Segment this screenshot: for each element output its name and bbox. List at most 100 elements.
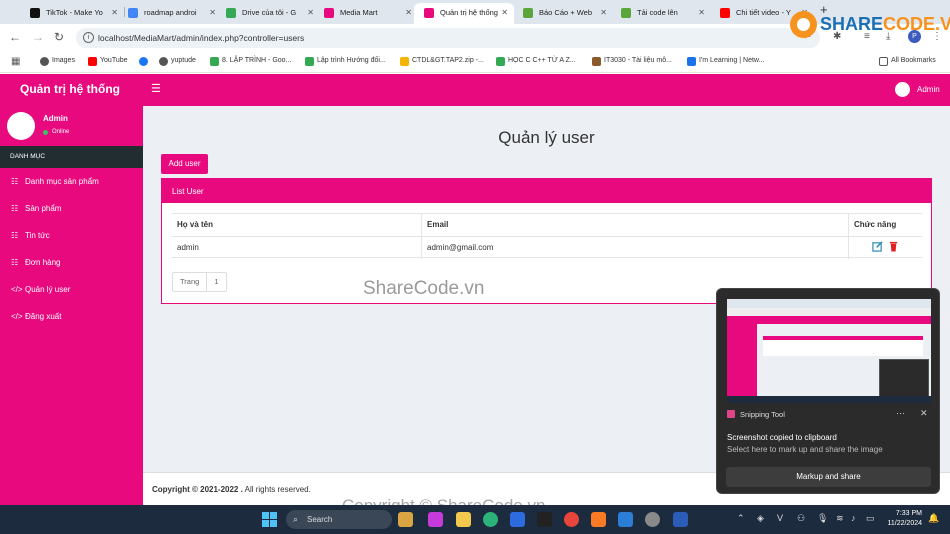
sidebar-user-name: Admin <box>43 114 68 123</box>
column-header: Email <box>421 214 848 236</box>
vscode-icon[interactable] <box>618 512 633 527</box>
windows-start-icon[interactable] <box>262 512 277 527</box>
logo-mark-icon <box>790 11 817 38</box>
header-user-name[interactable]: Admin <box>917 85 940 94</box>
sidebar-item-users[interactable]: </> Quản lý user <box>0 279 143 301</box>
browser-tab[interactable]: roadmap androi ✕ <box>118 3 222 24</box>
sidebar-item-logout[interactable]: </> Đăng xuất <box>0 306 143 328</box>
menu-heading: DANH MỤC <box>0 146 143 168</box>
tray-app-icon[interactable]: ◈ <box>757 513 764 524</box>
page-link[interactable]: 1 <box>206 273 225 291</box>
bookmarks-bar: ▦ Images YouTube yuptude 8. LẬP TRÌNH - … <box>0 52 950 73</box>
taskbar-search[interactable]: ⌕ Search <box>286 510 392 529</box>
list-icon: ☷ <box>11 177 19 186</box>
bookmark-item[interactable]: HỌC C C++ TỪ A Z... <box>496 57 576 66</box>
pagination: Trang 1 <box>172 272 227 292</box>
edit-icon[interactable] <box>872 241 883 252</box>
sharecode-logo: SHARECODE.VN <box>790 10 950 40</box>
sidebar-item-news[interactable]: ☷ Tin tức <box>0 225 143 247</box>
notification-bell-icon[interactable]: 🔔 <box>928 513 939 524</box>
volume-icon[interactable]: ♪ <box>851 513 856 523</box>
taskbar: ⌕ Search ⌃ ◈ V ⚇ 🎙 ≋ ♪ ▭ 7:33 PM 11/22/202… <box>0 505 950 534</box>
bookmark-item[interactable]: YouTube <box>88 57 128 66</box>
address-input[interactable]: i localhost/MediaMart/admin/index.php?co… <box>76 28 820 48</box>
drive-icon <box>305 57 314 66</box>
page-title: Quản lý user <box>498 128 595 147</box>
close-icon[interactable]: ✕ <box>307 3 314 23</box>
search-icon: ⌕ <box>293 514 299 524</box>
browser-tab[interactable]: TikTok - Make Yo ✕ <box>20 3 124 24</box>
site-info-icon[interactable]: i <box>83 32 94 43</box>
add-user-button[interactable]: Add user <box>161 154 208 174</box>
more-options-icon[interactable]: ⋯ <box>896 408 905 419</box>
snipping-notification[interactable]: Snipping Tool ⋯ ✕ Screenshot copied to c… <box>716 288 940 494</box>
browser-tab[interactable]: Drive của tôi - G ✕ <box>216 3 320 24</box>
close-icon[interactable]: ✕ <box>600 3 607 23</box>
reload-icon[interactable]: ↻ <box>54 30 64 44</box>
widget-icon[interactable] <box>398 512 413 527</box>
bookmark-item[interactable]: yuptude <box>159 57 196 66</box>
back-icon[interactable]: ← <box>9 30 21 44</box>
hamburger-menu-icon[interactable]: ☰ <box>151 82 161 95</box>
list-icon: ☷ <box>11 258 19 267</box>
markup-share-button[interactable]: Markup and share <box>726 467 931 487</box>
actions-cell <box>848 237 922 259</box>
column-header: Chức năng <box>848 214 922 236</box>
store-icon[interactable] <box>510 512 525 527</box>
browser-tab-active[interactable]: Quản trị hệ thống ✕ <box>414 3 514 24</box>
tray-network-icon[interactable]: ⚇ <box>797 513 805 524</box>
bookmark-item[interactable]: Images <box>40 57 75 66</box>
brand-title[interactable]: Quản trị hệ thống <box>20 82 120 96</box>
box-title: List User <box>162 179 931 203</box>
browser-tab[interactable]: Media Mart ✕ <box>314 3 418 24</box>
drive-icon <box>210 57 219 66</box>
close-icon[interactable]: ✕ <box>111 3 118 23</box>
close-icon[interactable]: ✕ <box>405 3 412 23</box>
tray-vpn-icon[interactable]: V <box>777 513 783 523</box>
taskbar-clock[interactable]: 7:33 PM 11/22/2024 <box>884 509 922 529</box>
drive-icon <box>226 8 236 18</box>
close-icon[interactable]: ✕ <box>920 408 928 419</box>
notification-title: Screenshot copied to clipboard <box>727 433 837 442</box>
edge-icon[interactable] <box>483 512 498 527</box>
folder-icon <box>400 57 409 66</box>
chrome-icon[interactable] <box>564 512 579 527</box>
browser-tab[interactable]: Tải code lên ✕ <box>611 3 711 24</box>
bookmark-item[interactable]: I'm Learning | Netw... <box>687 57 764 66</box>
apps-grid-icon[interactable]: ▦ <box>11 56 20 67</box>
bookmark-item[interactable]: Lập trình Hướng đối... <box>305 57 386 66</box>
copilot-icon[interactable] <box>428 512 443 527</box>
battery-icon[interactable]: ▭ <box>866 513 875 524</box>
bookmark-item[interactable]: CTDL&GT.TAP2.zip -... <box>400 57 484 66</box>
screenshot-thumbnail[interactable] <box>727 299 931 403</box>
word-icon[interactable] <box>673 512 688 527</box>
user-avatar-icon[interactable] <box>895 82 910 97</box>
xampp-icon[interactable] <box>591 512 606 527</box>
user-name-cell: admin <box>177 243 199 252</box>
wifi-icon[interactable]: ≋ <box>836 513 844 524</box>
footer-text: Copyright © 2021-2022 . All rights reser… <box>152 485 311 494</box>
forward-icon[interactable]: → <box>32 30 44 44</box>
microphone-icon[interactable]: 🎙 <box>817 513 828 524</box>
close-icon[interactable]: ✕ <box>698 3 705 23</box>
browser-tab[interactable]: Báo Cáo + Web ✕ <box>513 3 613 24</box>
chevron-up-icon[interactable]: ⌃ <box>737 513 745 524</box>
list-icon: ☷ <box>11 231 19 240</box>
close-icon[interactable]: ✕ <box>501 3 508 23</box>
sidebar-item-products[interactable]: ☷ Sản phẩm <box>0 198 143 220</box>
bookmark-item[interactable]: 8. LẬP TRÌNH - Goo... <box>210 57 291 66</box>
obs-icon[interactable] <box>645 512 660 527</box>
sidebar-item-categories[interactable]: ☷ Danh mục sản phẩm <box>0 171 143 193</box>
sidebar-item-orders[interactable]: ☷ Đơn hàng <box>0 252 143 274</box>
close-icon[interactable]: ✕ <box>209 3 216 23</box>
delete-icon[interactable] <box>888 241 899 252</box>
all-bookmarks[interactable]: All Bookmarks <box>879 57 936 66</box>
app-icon[interactable] <box>537 512 552 527</box>
drive-icon <box>496 57 505 66</box>
user-list-box: List User Họ và tên Email Chức năng admi… <box>161 178 932 304</box>
tiktok-icon <box>30 8 40 18</box>
file-explorer-icon[interactable] <box>456 512 471 527</box>
bookmark-item[interactable]: IT3030 - Tài liệu mô... <box>592 57 672 66</box>
mediamart-icon <box>424 8 434 18</box>
column-header: Họ và tên <box>177 220 214 229</box>
